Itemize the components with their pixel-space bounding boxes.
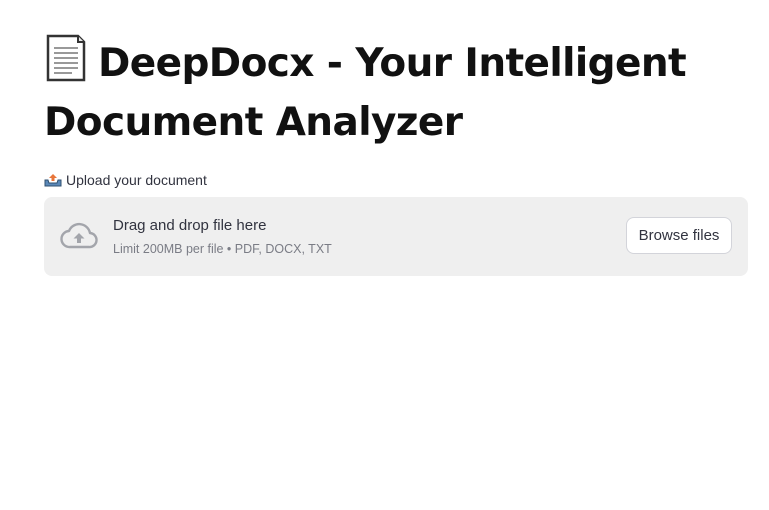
dropzone-limits: Limit 200MB per file • PDF, DOCX, TXT — [113, 242, 332, 256]
upload-label-text: Upload your document — [66, 172, 207, 188]
cloud-upload-icon — [59, 221, 99, 251]
file-dropzone[interactable]: Drag and drop file here Limit 200MB per … — [44, 197, 748, 276]
main-container: DeepDocx - Your Intelligent Document Ana… — [44, 0, 748, 276]
page-title-text: DeepDocx - Your Intelligent Document Ana… — [44, 41, 687, 145]
page-document-icon — [44, 34, 88, 96]
dropzone-instructions: Drag and drop file here — [113, 217, 267, 234]
browse-files-button[interactable]: Browse files — [626, 217, 732, 254]
page-title: DeepDocx - Your Intelligent Document Ana… — [44, 0, 748, 149]
upload-label: Upload your document — [44, 170, 748, 190]
outbox-tray-icon — [44, 173, 62, 187]
dropzone-text: Drag and drop file here Limit 200MB per … — [113, 216, 332, 257]
